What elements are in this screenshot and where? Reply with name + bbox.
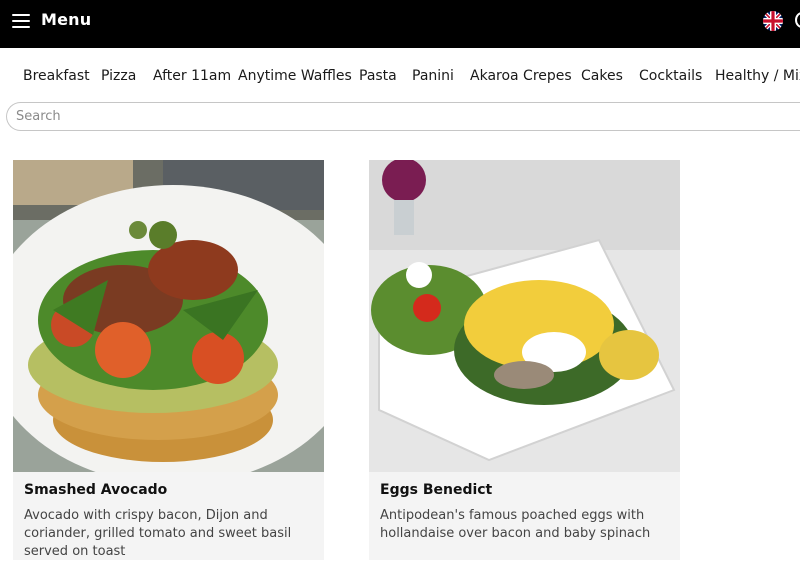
category-pasta[interactable]: Pasta [359,68,397,84]
category-after-11am[interactable]: After 11am [153,68,231,84]
category-nav: Breakfast Pizza After 11am Anytime Waffl… [0,48,800,102]
category-panini[interactable]: Panini [412,68,454,84]
account-icon[interactable] [795,12,800,28]
search-input[interactable] [6,102,800,131]
item-title: Eggs Benedict [380,482,493,498]
item-title: Smashed Avocado [24,482,168,498]
item-description: Avocado with crispy bacon, Dijon and cor… [24,508,292,559]
page-title: Menu [41,10,92,29]
menu-item-card[interactable]: Eggs Benedict Antipodean's famous poache… [369,160,680,560]
uk-flag-icon[interactable] [763,11,783,31]
category-akaroa-crepes[interactable]: Akaroa Crepes [470,68,572,84]
smashed-avocado-image [13,160,324,472]
item-description: Antipodean's famous poached eggs with ho… [380,508,651,541]
category-pizza[interactable]: Pizza [101,68,136,84]
category-cocktails[interactable]: Cocktails [639,68,702,84]
category-healthy-mix[interactable]: Healthy / Mix [715,68,800,84]
category-cakes[interactable]: Cakes [581,68,623,84]
category-breakfast[interactable]: Breakfast [23,68,90,84]
top-bar: Menu [0,0,800,48]
hamburger-icon[interactable] [12,13,30,29]
category-anytime-waffles[interactable]: Anytime Waffles [238,68,352,84]
eggs-benedict-image [369,160,680,472]
menu-item-card[interactable]: Smashed Avocado Avocado with crispy baco… [13,160,324,560]
